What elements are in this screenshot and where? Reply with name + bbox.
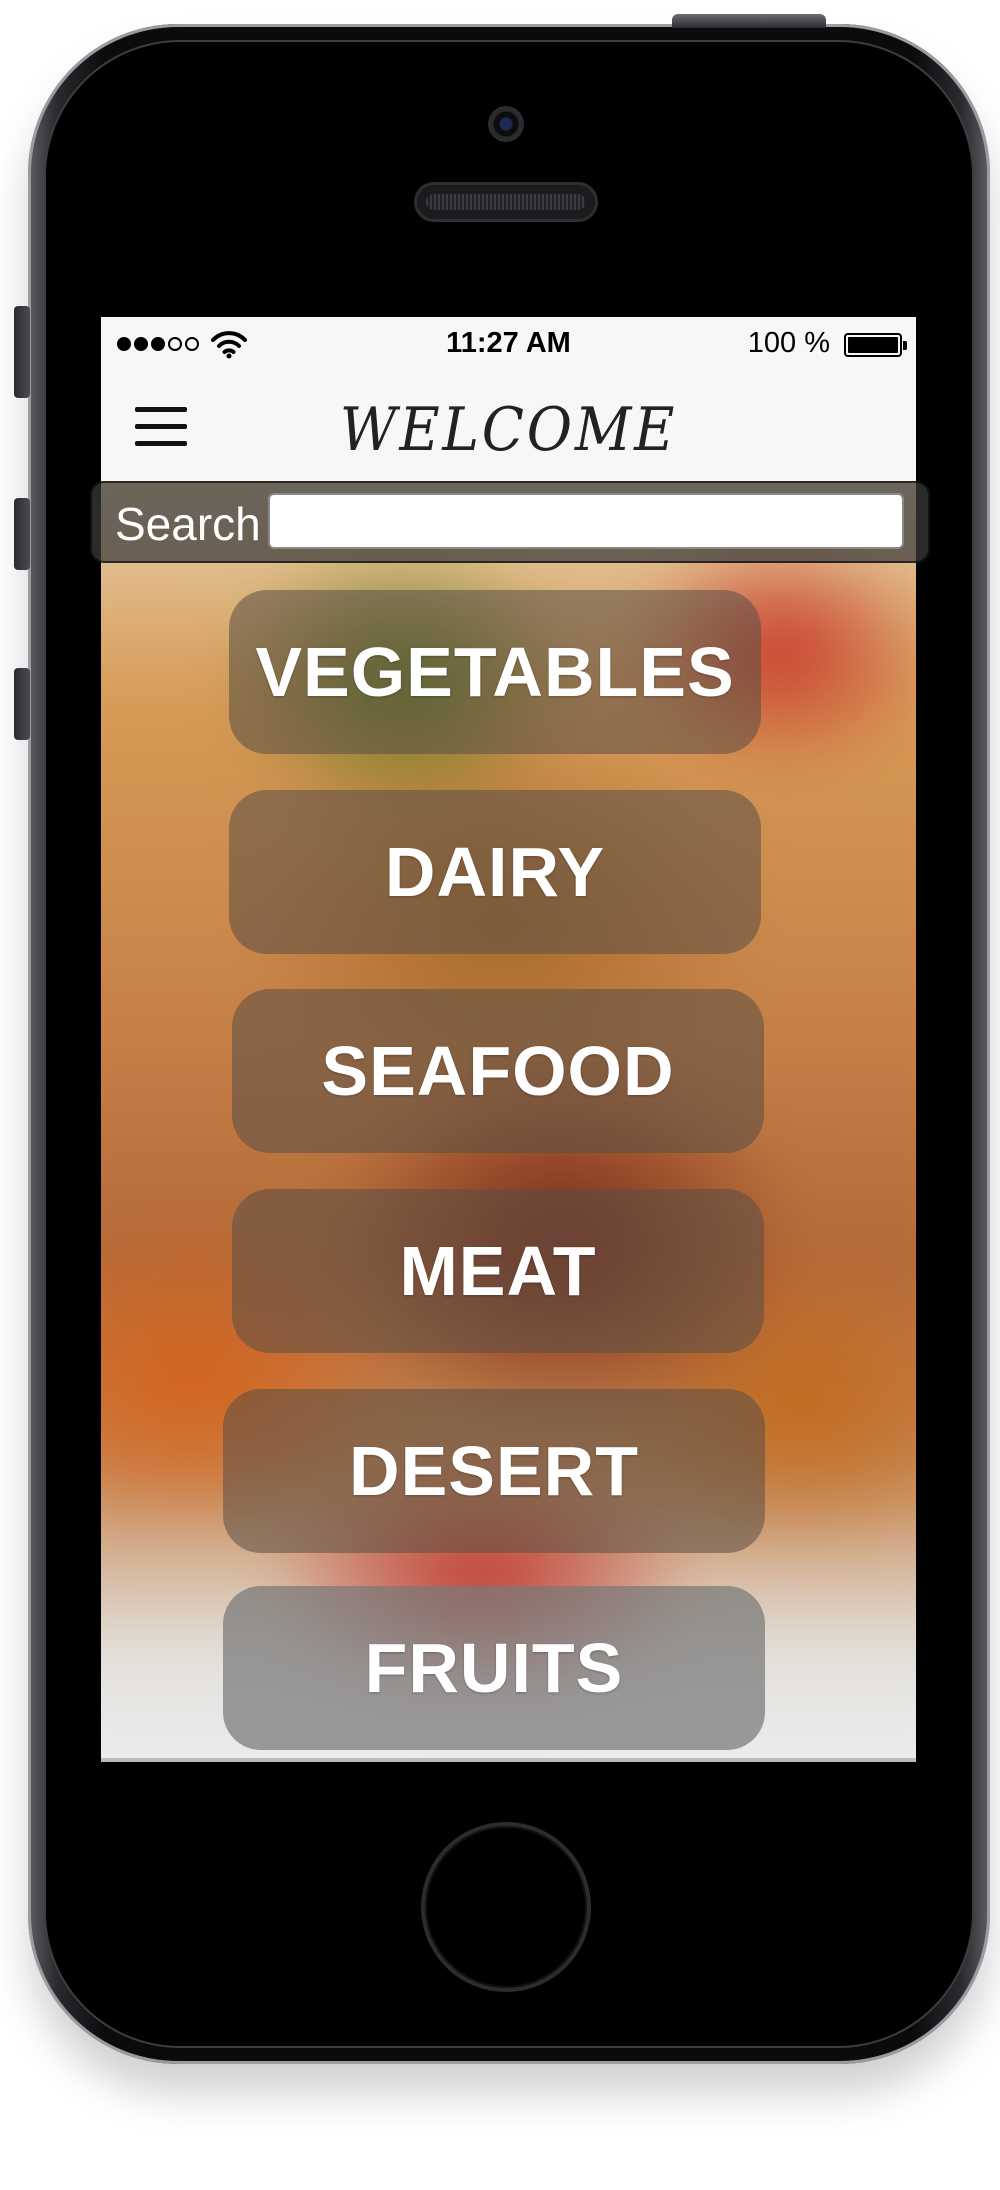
status-bar: 11:27 AM 100 % [101,317,916,373]
search-input[interactable] [268,493,904,549]
battery-percentage: 100 % [747,327,830,359]
earpiece-speaker [414,182,598,222]
category-button-fruits[interactable]: FRUITS [223,1586,765,1750]
category-button-meat[interactable]: MEAT [232,1189,764,1353]
front-camera [488,106,524,142]
power-button [672,14,826,28]
screen-edge [101,1758,916,1762]
category-button-seafood[interactable]: SEAFOOD [232,989,764,1153]
navigation-bar: WELCOME [101,373,916,481]
category-button-vegetables[interactable]: VEGETABLES [229,590,761,754]
category-button-desert[interactable]: DESERT [223,1389,765,1553]
volume-up-button [14,498,30,570]
volume-down-button [14,668,30,740]
search-bar: Search [90,481,930,563]
home-button[interactable] [421,1822,591,1992]
mute-switch [14,306,30,398]
category-button-dairy[interactable]: DAIRY [229,790,761,954]
battery-icon [844,333,907,357]
page-title: WELCOME [339,395,678,465]
search-label: Search [115,498,261,550]
